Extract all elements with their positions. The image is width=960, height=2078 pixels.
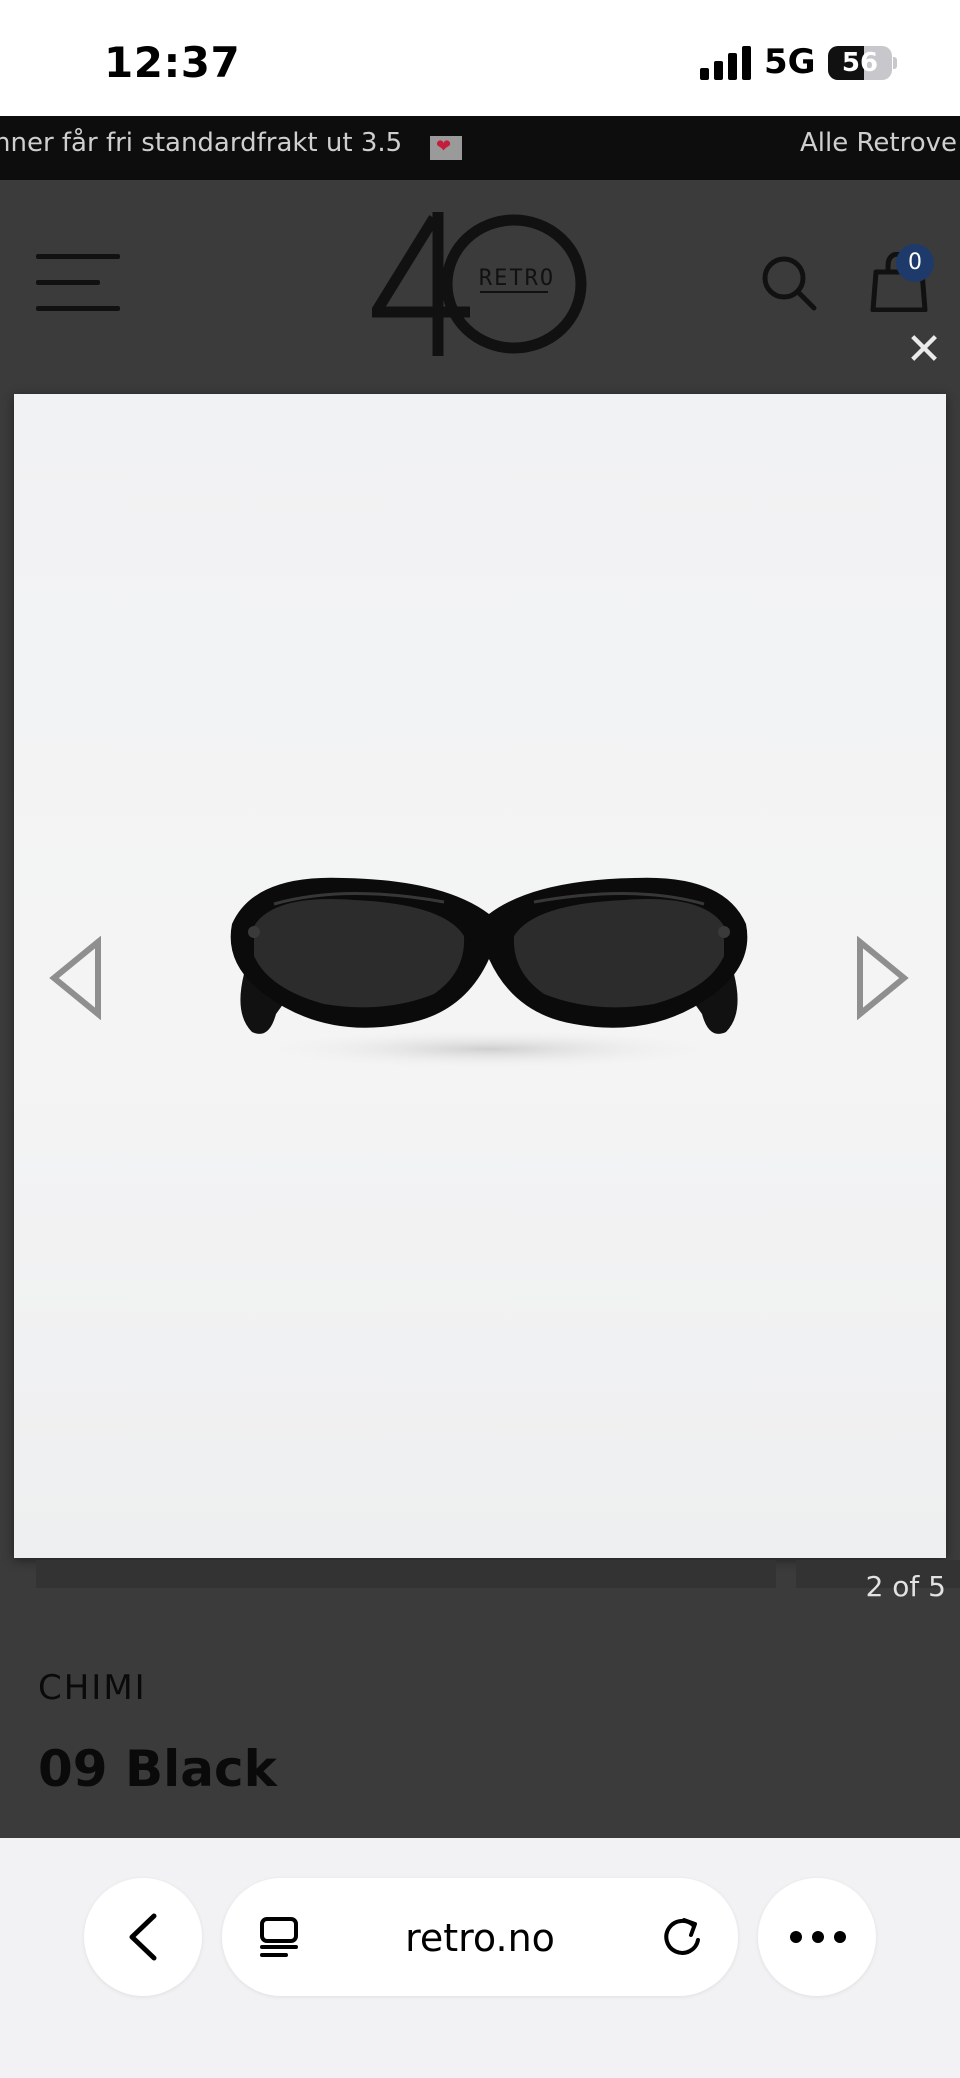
previous-image-arrow-icon[interactable] [46, 936, 106, 1020]
cellular-signal-icon [700, 46, 751, 80]
thumbnail-strip [36, 1560, 776, 1588]
announcement-text-next: Alle Retrove [800, 128, 957, 158]
chevron-left-icon [129, 1913, 157, 1961]
browser-back-button[interactable] [84, 1878, 202, 1996]
battery-level: 56 [841, 48, 879, 78]
product-title: 09 Black [38, 1740, 277, 1798]
browser-toolbar: retro.no [0, 1838, 960, 2078]
sunglasses-product-image [230, 877, 748, 1069]
announcement-text: nner får fri standardfrakt ut 3.5 [0, 128, 403, 158]
next-image-arrow-icon[interactable] [852, 936, 912, 1020]
product-brand: CHIMI [38, 1668, 147, 1708]
battery-icon: 56 [828, 46, 892, 80]
ellipsis-icon [790, 1931, 846, 1943]
close-lightbox-button[interactable]: ✕ [900, 326, 948, 374]
tabs-icon[interactable] [258, 1916, 300, 1958]
logo-wordmark: RETRO [478, 266, 556, 291]
network-type-label: 5G [764, 42, 816, 82]
status-time: 12:37 [104, 38, 241, 87]
announcement-banner[interactable]: nner får fri standardfrakt ut 3.5 ❤ Alle… [0, 116, 960, 180]
lightbox-image-frame[interactable] [14, 394, 946, 1558]
search-icon[interactable] [760, 254, 818, 312]
hamburger-menu-icon[interactable] [36, 254, 120, 312]
url-text: retro.no [405, 1916, 555, 1960]
battery-tip [893, 57, 897, 69]
address-bar[interactable]: retro.no [222, 1878, 738, 1996]
image-counter: 2 of 5 [865, 1570, 946, 1603]
reload-icon[interactable] [660, 1914, 706, 1960]
heart-icon: ❤ [436, 136, 452, 157]
more-options-button[interactable] [758, 1878, 876, 1996]
cart-count-badge: 0 [896, 244, 934, 282]
status-bar: 12:37 5G 56 [0, 0, 960, 116]
